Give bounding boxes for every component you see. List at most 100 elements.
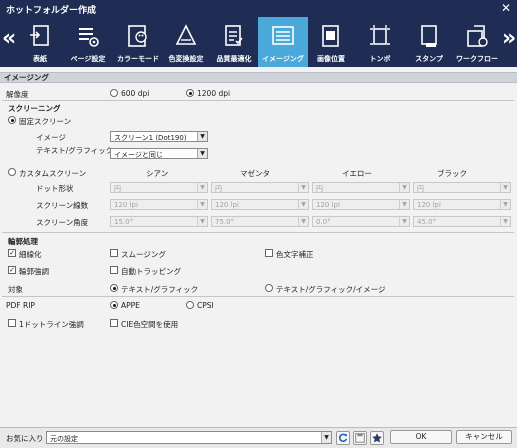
column-header-cyan: シアン [146, 169, 169, 178]
screen-angle-cyan-select[interactable]: 15.0° ▼ [110, 216, 208, 227]
chevron-down-icon: ▼ [298, 200, 308, 209]
tab-quality[interactable]: 品質最適化 [211, 17, 257, 67]
one-dot-line-checkbox[interactable] [8, 319, 16, 327]
auto-trapping-checkbox[interactable] [110, 266, 118, 274]
tab-label: トンボ [369, 55, 391, 63]
screen-angle-black-select[interactable]: 45.0° ▼ [413, 216, 511, 227]
chevron-down-icon: ▼ [197, 217, 207, 226]
resolution-label: 解像度 [6, 90, 29, 99]
smoothing-checkbox[interactable] [110, 249, 118, 257]
save-button[interactable] [353, 431, 367, 445]
resolution-600-radio[interactable] [110, 89, 118, 97]
thinning-checkbox[interactable]: ✓ [8, 249, 16, 257]
select-value: 45.0° [417, 218, 437, 226]
select-value: 120 lpi [316, 201, 340, 209]
category-toolbar: « 表紙 ページ設定 カラーモード 色変換設定 品質最適化 イメージング 画像位… [0, 17, 517, 67]
favorites-value: 元の設定 [50, 435, 78, 443]
tab-stamp[interactable]: スタンプ [406, 17, 452, 67]
stamp-icon [421, 25, 437, 47]
chevron-right-icon[interactable]: » [502, 28, 516, 50]
chevron-down-icon: ▼ [399, 217, 409, 226]
tab-imaging[interactable]: イメージング [258, 17, 308, 67]
close-icon[interactable]: ✕ [501, 1, 511, 15]
tab-page-settings[interactable]: ページ設定 [62, 17, 114, 67]
resolution-1200-label: 1200 dpi [197, 89, 231, 98]
chevron-down-icon: ▼ [399, 200, 409, 209]
screen-ruling-cyan-select[interactable]: 120 lpi ▼ [110, 199, 208, 210]
fixed-screen-radio[interactable] [8, 116, 16, 124]
rip-cpsi-label: CPSI [197, 301, 214, 310]
screen-ruling-black-select[interactable]: 120 lpi ▼ [413, 199, 511, 210]
auto-trapping-label: 自動トラッピング [121, 267, 181, 276]
tab-label: 色変換設定 [168, 55, 204, 63]
rip-cpsi-radio[interactable] [186, 301, 194, 309]
rip-appe-radio[interactable] [110, 301, 118, 309]
cover-icon [30, 25, 49, 46]
smoothing-label: スムージング [121, 250, 166, 259]
tab-cover[interactable]: 表紙 [20, 17, 60, 67]
chevron-down-icon: ▼ [298, 217, 308, 226]
chevron-down-icon: ▼ [399, 183, 409, 192]
thinning-label: 細線化 [19, 250, 42, 259]
cie-color-space-checkbox[interactable] [110, 319, 118, 327]
cie-color-space-label: CIE色空間を使用 [121, 320, 179, 329]
tab-label: 表紙 [33, 55, 47, 63]
chevron-left-icon[interactable]: « [2, 28, 16, 50]
dot-shape-black-select[interactable]: 円 ▼ [413, 182, 511, 193]
tab-color-conversion[interactable]: 色変換設定 [163, 17, 209, 67]
custom-screen-label: カスタムスクリーン [19, 169, 87, 178]
star-icon [372, 433, 382, 443]
pdf-rip-label: PDF RIP [6, 301, 35, 310]
favorites-select[interactable]: 元の設定 ▼ [46, 431, 332, 444]
screen-angle-yellow-select[interactable]: 0.0° ▼ [312, 216, 410, 227]
image-screen-select[interactable]: スクリーン1 (Dot190) ▼ [110, 131, 208, 142]
edge-enhance-checkbox[interactable]: ✓ [8, 266, 16, 274]
color-text-correction-checkbox[interactable] [265, 249, 273, 257]
tab-label: イメージング [262, 55, 304, 63]
rip-appe-label: APPE [121, 301, 140, 310]
favorite-star-button[interactable] [370, 431, 384, 445]
refresh-button[interactable] [336, 431, 350, 445]
tab-image-position[interactable]: 画像位置 [309, 17, 353, 67]
dot-shape-label: ドット形状 [36, 184, 74, 193]
imaging-icon [272, 26, 294, 45]
dot-shape-cyan-select[interactable]: 円 ▼ [110, 182, 208, 193]
ok-button[interactable]: OK [390, 430, 452, 444]
divider [2, 296, 514, 297]
edge-enhance-label: 輪郭強調 [19, 267, 49, 276]
select-value: 75.0° [215, 218, 235, 226]
target-text-graphic-label: テキスト/グラフィック [121, 285, 199, 294]
screen-angle-magenta-select[interactable]: 75.0° ▼ [211, 216, 309, 227]
dot-shape-yellow-select[interactable]: 円 ▼ [312, 182, 410, 193]
select-value: 円 [215, 185, 222, 193]
target-text-graphic-image-radio[interactable] [265, 284, 273, 292]
fixed-screen-label: 固定スクリーン [19, 117, 72, 126]
dot-shape-magenta-select[interactable]: 円 ▼ [211, 182, 309, 193]
image-screen-label: イメージ [36, 133, 66, 142]
select-value: 0.0° [316, 218, 331, 226]
custom-screen-radio[interactable] [8, 168, 16, 176]
cancel-button[interactable]: キャンセル [456, 430, 512, 444]
screen-ruling-yellow-select[interactable]: 120 lpi ▼ [312, 199, 410, 210]
chevron-down-icon: ▼ [500, 217, 510, 226]
column-header-yellow: イエロー [342, 169, 372, 178]
divider [2, 100, 514, 101]
target-text-graphic-radio[interactable] [110, 284, 118, 292]
one-dot-line-label: 1ドットライン強調 [19, 320, 84, 329]
text-graphic-value: イメージと同じ [114, 151, 163, 159]
tab-workflow[interactable]: ワークフロー [452, 17, 502, 67]
chevron-down-icon: ▼ [197, 149, 207, 158]
tab-crop-marks[interactable]: トンボ [356, 17, 404, 67]
select-value: 円 [316, 185, 323, 193]
select-value: 120 lpi [215, 201, 239, 209]
screen-ruling-magenta-select[interactable]: 120 lpi ▼ [211, 199, 309, 210]
tab-label: カラーモード [117, 55, 159, 63]
tab-label: ワークフロー [456, 55, 498, 63]
resolution-600-label: 600 dpi [121, 89, 150, 98]
tab-color-mode[interactable]: カラーモード [114, 17, 162, 67]
text-graphic-select[interactable]: イメージと同じ ▼ [110, 148, 208, 159]
resolution-1200-radio[interactable] [186, 89, 194, 97]
tab-label: 画像位置 [317, 55, 345, 63]
select-value: 120 lpi [114, 201, 138, 209]
select-value: 120 lpi [417, 201, 441, 209]
